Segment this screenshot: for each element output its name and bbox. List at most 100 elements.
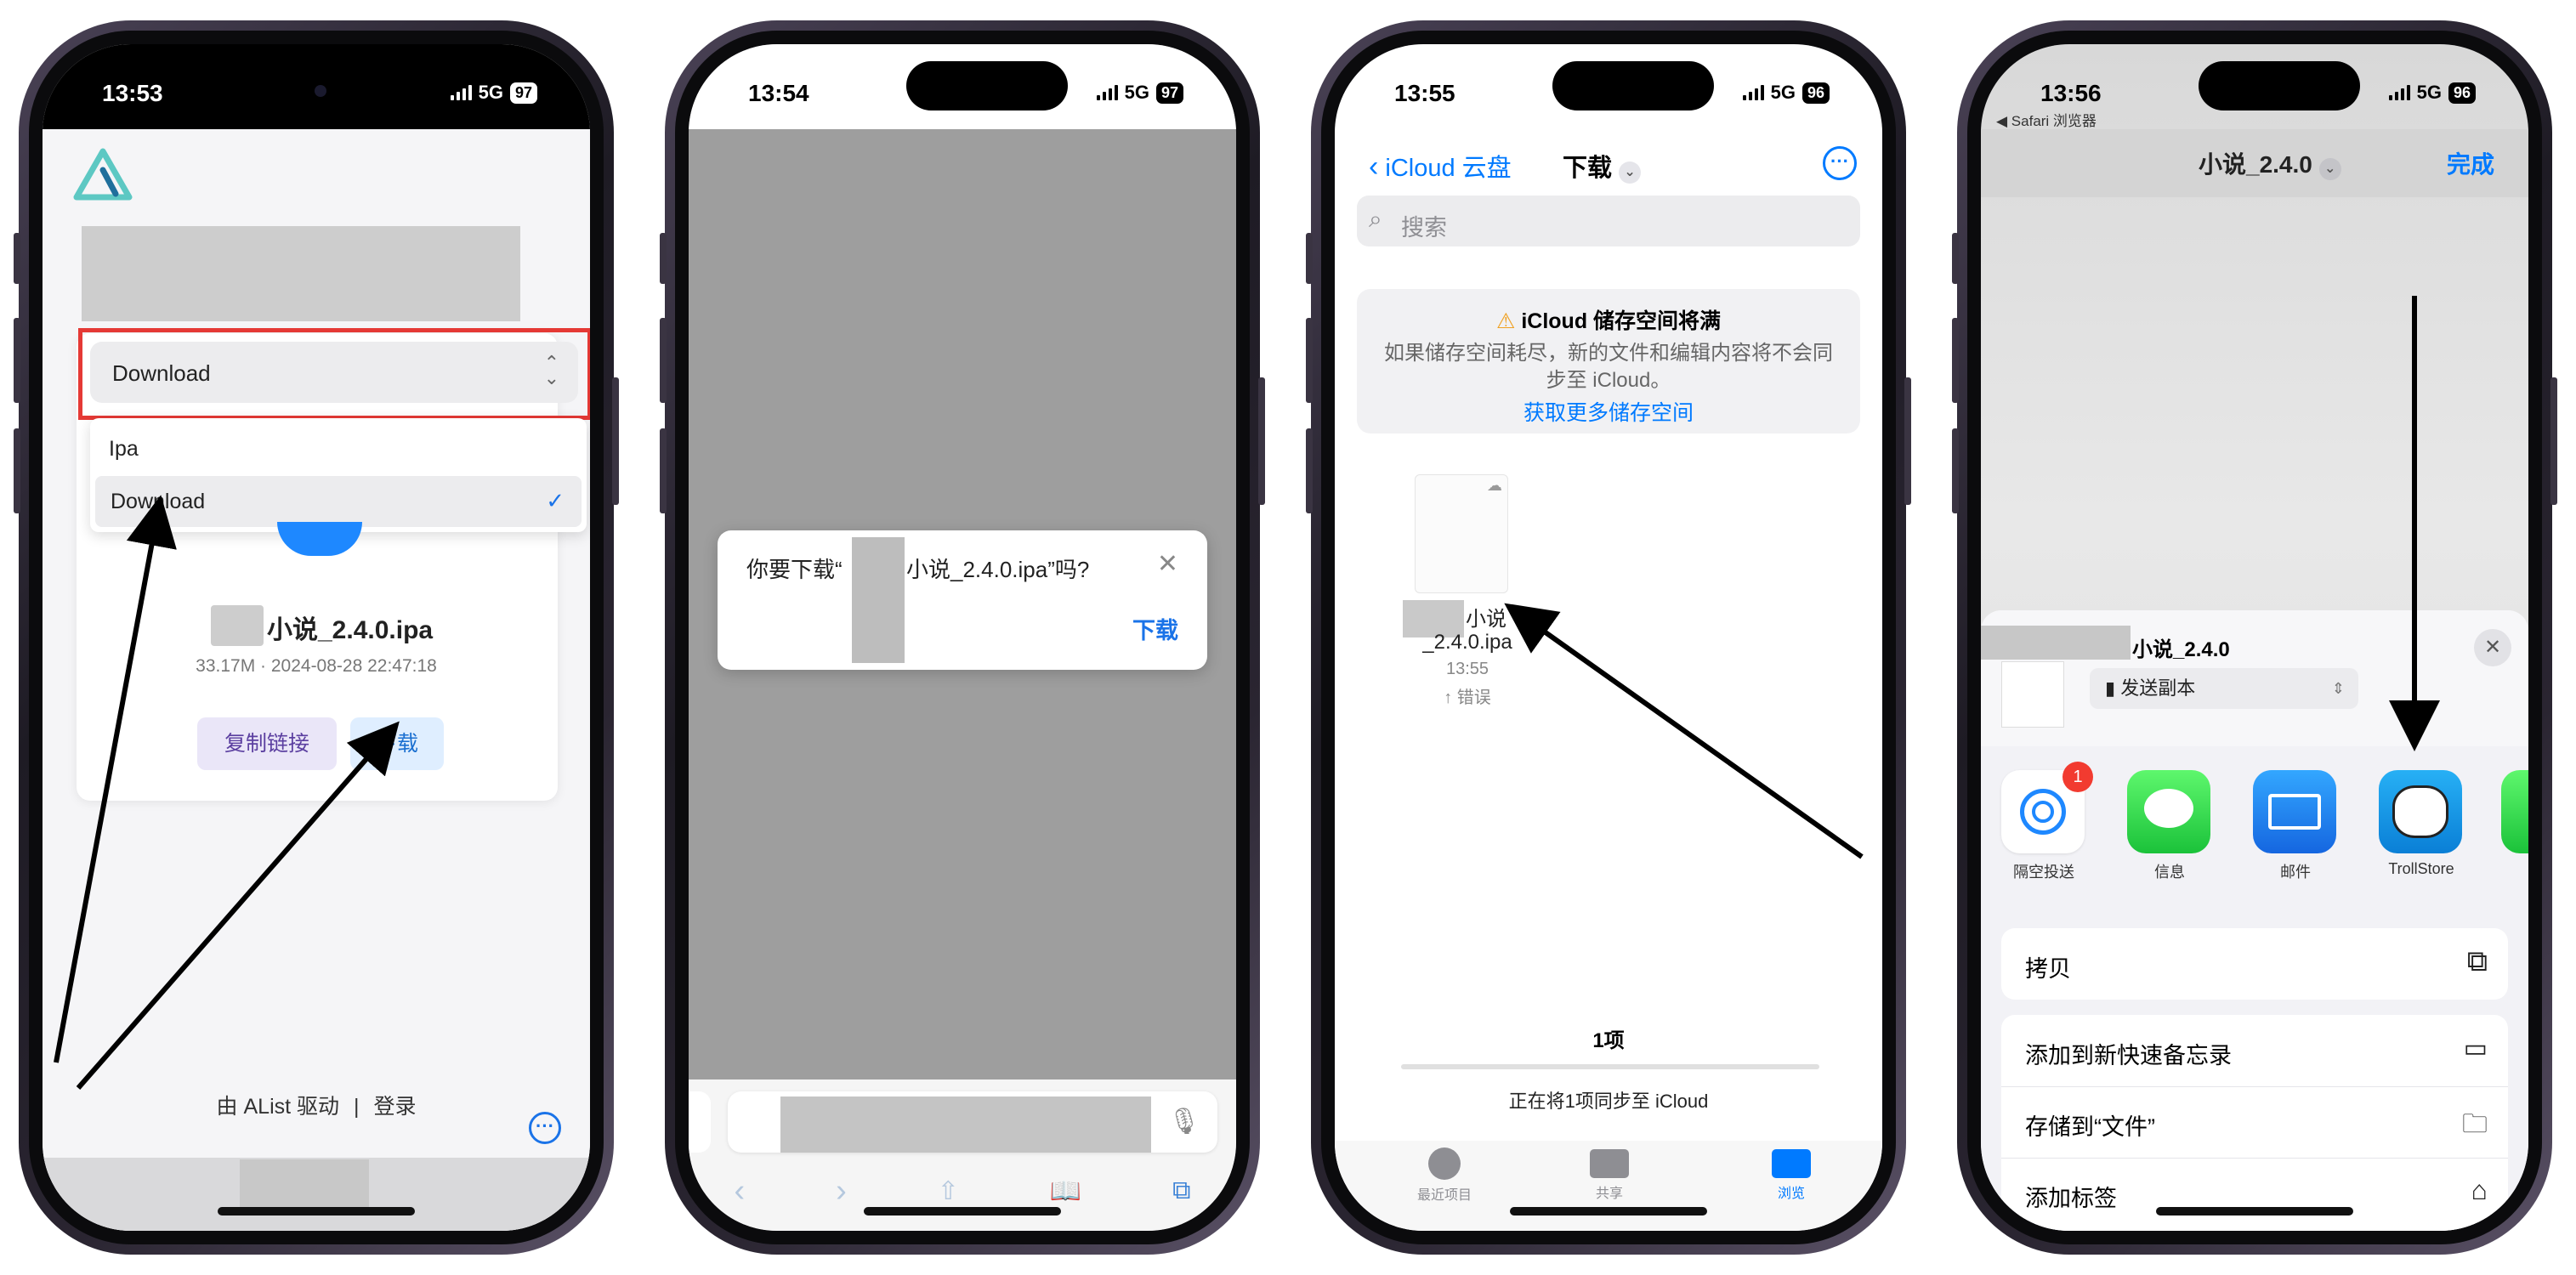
back-to-safari[interactable]: ◀ Safari 浏览器 [1996,109,2097,130]
login-link[interactable]: 登录 [373,1095,416,1119]
file-thumbnail[interactable]: ☁ [1415,474,1508,593]
signal-icon [1742,85,1764,100]
forward-icon[interactable]: › [836,1173,847,1210]
redacted-block [82,226,520,321]
file-meta: 33.17M · 2024-08-28 22:47:18 [196,656,437,676]
clock-icon [1428,1148,1461,1180]
tabs-icon[interactable]: ⧉ [1172,1176,1190,1205]
home-indicator [864,1207,1061,1216]
dialog-download-button[interactable]: 下载 [1132,612,1178,645]
share-icon[interactable]: ⇧ [938,1176,959,1206]
trollstore-icon [2379,770,2462,853]
storage-banner: ⚠ iCloud 储存空间将满 如果储存空间耗尽，新的文件和编辑内容将不会同步至… [1357,289,1860,434]
action-save-to-files[interactable]: 存储到“文件” 🗀 [2001,1086,2508,1159]
chevron-down-icon: ⌄ [1619,162,1642,184]
quick-note-icon: ▭ [2463,1034,2488,1062]
status-time: 13:55 [1394,80,1455,106]
search-input[interactable]: ⌕ 搜索 [1357,196,1860,246]
phone-4: 13:56 ◀ Safari 浏览器 5G 96 小说_2.4.0 ⌄ 完成 汪… [1952,20,2557,1255]
address-bar[interactable]: 🎙 [728,1091,1217,1153]
back-icon[interactable]: ‹ [734,1173,745,1210]
home-indicator [2156,1207,2353,1216]
phone-1: 13:53 5G 97 Download ⌃ ⌄ Ipa Download ✓ … [14,20,619,1255]
sync-status: 正在将1项同步至 iCloud [1508,1091,1709,1112]
footer: 由 AList 驱动 | 登录 [216,1095,417,1119]
back-button[interactable]: ‹ iCloud 云盘 [1369,148,1512,184]
messages-icon [2127,770,2210,853]
done-button[interactable]: 完成 [2447,146,2494,180]
checkmark-icon: ✓ [546,488,565,513]
get-more-storage-link[interactable]: 获取更多储存空间 [1357,396,1860,427]
battery-badge: 96 [1801,82,1830,104]
copy-icon: ⧉ [2466,945,2488,978]
app-mail[interactable]: 邮件 [2253,770,2338,882]
microphone-icon[interactable]: 🎙 [1168,1107,1200,1136]
folder-icon: 🗀 [2462,1110,2488,1138]
share-title: 小说_2.4.0 [2132,638,2230,661]
home-indicator [1510,1207,1707,1216]
dynamic-island [2199,61,2360,110]
dropdown-option-ipa[interactable]: Ipa [90,423,587,473]
banner-body: 如果储存空间耗尽，新的文件和编辑内容将不会同步至 iCloud。 [1384,342,1833,392]
download-button[interactable]: 下载 [350,717,444,770]
chevron-updown-icon: ⇕ [2331,680,2345,697]
dynamic-island [906,61,1068,110]
action-copy[interactable]: 拷贝 ⧉ [2001,928,2508,1000]
close-icon[interactable]: ✕ [2474,629,2511,666]
network-label: 5G [2416,82,2442,103]
app-messages[interactable]: 信息 [2127,770,2212,882]
bookmarks-icon[interactable]: 📖 [1050,1176,1081,1206]
file-name: _2.4.0.ipa [1422,631,1512,654]
status-time: 13:54 [748,80,809,106]
more-icon[interactable]: ··· [529,1112,561,1144]
signal-icon [2388,85,2410,100]
status-bar: 13:53 5G 97 [43,44,590,129]
screen-3: 13:55 5G 96 ‹ iCloud 云盘 下载 ⌄ ··· ⌕ 搜索 ⚠ [1335,44,1882,1231]
phone-3: 13:55 5G 96 ‹ iCloud 云盘 下载 ⌄ ··· ⌕ 搜索 ⚠ [1306,20,1911,1255]
file-status: ↑ 错误 [1444,688,1491,707]
chevron-updown-icon: ⌃ ⌄ [543,352,559,388]
status-bar: 13:56 ◀ Safari 浏览器 5G 96 [1981,44,2528,129]
tab-browse[interactable]: 浏览 [1745,1148,1838,1202]
file-thumbnail [2001,661,2064,728]
file-name: 小说_2.4.0.ipa [267,616,434,644]
action-quick-note[interactable]: 添加到新快速备忘录 ▭ [2001,1015,2508,1087]
camera-icon [315,85,326,97]
tab-recents[interactable]: 最近项目 [1398,1148,1491,1204]
copy-link-button[interactable]: 复制链接 [197,717,337,770]
send-mode-select[interactable]: ▮ 发送副本 ⇕ [2090,668,2358,709]
view-select[interactable]: Download ⌃ ⌄ [90,342,578,403]
dropdown-option-download[interactable]: Download ✓ [95,476,582,527]
battery-badge: 97 [1155,82,1183,104]
battery-badge: 96 [2448,82,2476,104]
page-title[interactable]: 小说_2.4.0 ⌄ [2199,146,2341,180]
tab-shared[interactable]: 共享 [1563,1148,1656,1202]
status-time: 13:53 [102,80,163,106]
warning-icon: ⚠ [1495,309,1516,333]
shared-folder-icon [1590,1149,1629,1178]
mail-icon [2253,770,2336,853]
app-airdrop[interactable]: 1 隔空投送 [2001,762,2093,882]
file-time: 13:55 [1445,660,1489,678]
more-apps-icon[interactable] [2501,770,2528,853]
cloud-icon: ☁ [1487,477,1502,494]
tab-bar: 最近项目 共享 浏览 [1335,1141,1882,1231]
actions-group: 添加到新快速备忘录 ▭ 存储到“文件” 🗀 添加标签 ⌂ [2001,1015,2508,1231]
sync-progress [1401,1064,1819,1069]
item-count: 1项 [1592,1029,1625,1052]
signal-icon [1096,85,1118,100]
dropdown-menu: Ipa Download ✓ [90,418,587,532]
tag-icon: ⌂ [2471,1175,2488,1205]
chevron-left-icon: ‹ [1369,150,1379,183]
alist-logo-icon [73,148,133,201]
app-trollstore[interactable]: TrollStore [2379,770,2464,878]
dynamic-island [1552,61,1714,110]
close-icon[interactable]: ✕ [1157,549,1178,579]
dialog-text-prefix: 你要下载“ [746,557,843,582]
action-add-tags[interactable]: 添加标签 ⌂ [2001,1158,2508,1229]
page-title[interactable]: 下载 ⌄ [1563,148,1642,184]
status-bar: 13:54 5G 97 [689,44,1236,129]
chevron-down-icon: ⌄ [2318,158,2341,180]
battery-badge: 97 [509,82,537,104]
more-icon[interactable]: ··· [1823,146,1857,180]
